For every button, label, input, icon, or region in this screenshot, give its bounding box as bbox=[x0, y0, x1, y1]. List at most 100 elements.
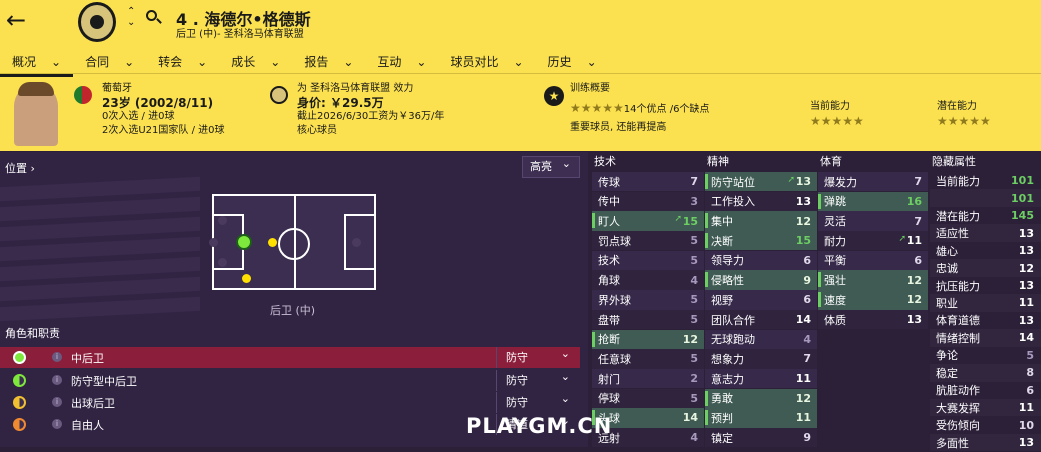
attribute-row[interactable]: 无球跑动 4 bbox=[705, 329, 817, 349]
attribute-row[interactable]: 技术 5 bbox=[592, 250, 704, 271]
role-row[interactable]: i 防守型中后卫 防守 bbox=[0, 366, 580, 391]
attribute-row[interactable]: 情绪控制 14 bbox=[930, 329, 1041, 347]
attribute-row[interactable]: 角球 4 bbox=[592, 270, 704, 290]
attribute-row[interactable]: 罚点球 5 bbox=[592, 231, 704, 251]
attribute-row[interactable]: 灵活 7 bbox=[818, 211, 928, 231]
attribute-row[interactable]: 镇定 9 bbox=[705, 427, 817, 448]
attribute-row[interactable]: 爆发力 7 bbox=[818, 172, 928, 192]
attribute-value: 14 bbox=[1018, 331, 1034, 345]
attribute-row[interactable]: 盘带 5 bbox=[592, 309, 704, 330]
attribute-value: 13 bbox=[1018, 244, 1034, 258]
attribute-row[interactable]: 抢断 12 bbox=[592, 329, 704, 349]
trend-up-icon: ➚ bbox=[674, 214, 682, 225]
technical-attributes: 技术 传球 7 传中 3 盯人 ➚ 15 罚点球 5 技术 5 角球 4 界外球 5 盘带 5 抢断 12 任意球 5 射… bbox=[592, 152, 704, 448]
position-title[interactable]: 位置 › bbox=[5, 160, 35, 176]
duty-dropdown[interactable]: 防守 bbox=[496, 343, 580, 368]
attribute-row[interactable]: 抗压能力 13 bbox=[930, 276, 1041, 295]
attribute-row[interactable]: 强壮 12 bbox=[818, 270, 928, 290]
hidden-attributes: 隐藏属性 当前能力 101 101 潜在能力 145 适应性 13 雄心 13 忠诚 12 抗压能力 1… bbox=[930, 152, 1041, 452]
info-icon[interactable]: i bbox=[52, 419, 62, 429]
attribute-value: 9 bbox=[803, 431, 811, 445]
attribute-row[interactable]: 团队合作 14 bbox=[705, 309, 817, 330]
highlight-dropdown[interactable]: 高亮 ⌄ bbox=[522, 156, 580, 178]
star-icon: ★ bbox=[544, 86, 564, 106]
attribute-row[interactable]: 体质 13 bbox=[818, 309, 928, 330]
attribute-name: 集中 bbox=[711, 215, 733, 229]
attribute-row[interactable]: 弹跳 16 bbox=[818, 191, 928, 212]
attribute-row[interactable]: 雄心 13 bbox=[930, 241, 1041, 260]
tab-interact[interactable]: 互动 ⌄ bbox=[365, 53, 438, 70]
attribute-value: 12 bbox=[906, 293, 922, 307]
info-icon[interactable]: i bbox=[52, 397, 62, 407]
attribute-row[interactable]: 速度 12 bbox=[818, 290, 928, 310]
attribute-row[interactable]: 盯人 ➚ 15 bbox=[592, 211, 704, 231]
attribute-row[interactable]: 传球 7 bbox=[592, 172, 704, 192]
attribute-row[interactable]: 忠诚 12 bbox=[930, 259, 1041, 277]
attribute-name: 传中 bbox=[598, 195, 620, 209]
tab-contract[interactable]: 合同 ⌄ bbox=[73, 53, 146, 70]
attribute-row[interactable]: 决断 15 bbox=[705, 231, 817, 251]
prev-next-player-icon[interactable]: ⌃ ⌄ bbox=[127, 6, 135, 28]
current-ability: 当前能力 ★★★★★ bbox=[810, 101, 864, 128]
attribute-name: 潜在能力 bbox=[936, 209, 980, 223]
physical-attributes: 体育 爆发力 7 弹跳 16 灵活 7 耐力 ➚ 11 平衡 6 强壮 12 速度 12 体质 13 bbox=[818, 152, 928, 330]
tab-reports[interactable]: 报告 ⌄ bbox=[292, 53, 365, 70]
attribute-row[interactable]: 防守站位 ➚ 13 bbox=[705, 172, 817, 192]
tab-divider bbox=[0, 73, 1041, 74]
attribute-row[interactable]: 潜在能力 145 bbox=[930, 206, 1041, 225]
attribute-name: 强壮 bbox=[824, 274, 846, 288]
attribute-row[interactable]: 肮脏动作 6 bbox=[930, 381, 1041, 399]
attribute-row[interactable]: 多面性 13 bbox=[930, 434, 1041, 452]
attribute-row[interactable]: 勇敢 12 bbox=[705, 388, 817, 408]
attribute-value: 7 bbox=[690, 175, 698, 189]
attribute-row[interactable]: 任意球 5 bbox=[592, 349, 704, 369]
attribute-row[interactable]: 界外球 5 bbox=[592, 290, 704, 310]
back-arrow-icon[interactable]: ← bbox=[6, 8, 26, 32]
attribute-row[interactable]: 职业 11 bbox=[930, 294, 1041, 312]
attribute-row[interactable]: 101 bbox=[930, 189, 1041, 207]
attribute-row[interactable]: 大赛发挥 11 bbox=[930, 399, 1041, 417]
position-pitch bbox=[209, 194, 376, 290]
attribute-value: 5 bbox=[690, 253, 698, 267]
attribute-row[interactable]: 适应性 13 bbox=[930, 224, 1041, 242]
role-row[interactable]: i 出球后卫 防守 bbox=[0, 388, 580, 413]
attribute-row[interactable]: 传中 3 bbox=[592, 191, 704, 212]
attribute-row[interactable]: 争论 5 bbox=[930, 346, 1041, 365]
tab-overview[interactable]: 概况 ⌄ bbox=[0, 53, 74, 77]
attribute-row[interactable]: 射门 2 bbox=[592, 368, 704, 389]
attribute-value: 11 bbox=[795, 372, 811, 386]
tab-history[interactable]: 历史 ⌄ bbox=[536, 53, 609, 70]
attribute-row[interactable]: 平衡 6 bbox=[818, 250, 928, 271]
club-crest-icon bbox=[78, 2, 116, 42]
attribute-name: 罚点球 bbox=[598, 234, 631, 248]
attribute-row[interactable]: 想象力 7 bbox=[705, 349, 817, 369]
attribute-row[interactable]: 停球 5 bbox=[592, 388, 704, 408]
attribute-row[interactable]: 视野 6 bbox=[705, 290, 817, 310]
tab-bar: 概况 ⌄ 合同 ⌄ 转会 ⌄ 成长 ⌄ 报告 ⌄ 互动 ⌄ 球员对比 ⌄ 历史 ⌄ bbox=[0, 48, 609, 77]
tab-compare[interactable]: 球员对比 ⌄ bbox=[438, 53, 535, 70]
info-icon[interactable]: i bbox=[52, 352, 62, 362]
attribute-name: 团队合作 bbox=[711, 313, 755, 327]
attribute-row[interactable]: 受伤倾向 10 bbox=[930, 416, 1041, 434]
attribute-row[interactable]: 当前能力 101 bbox=[930, 172, 1041, 190]
search-icon[interactable] bbox=[146, 10, 157, 21]
attribute-value: 11 bbox=[795, 411, 811, 425]
attribute-row[interactable]: 领导力 6 bbox=[705, 250, 817, 271]
attribute-row[interactable]: 工作投入 13 bbox=[705, 191, 817, 212]
attribute-row[interactable]: 集中 12 bbox=[705, 211, 817, 231]
attribute-row[interactable]: 预判 11 bbox=[705, 408, 817, 428]
tab-transfer[interactable]: 转会 ⌄ bbox=[146, 53, 219, 70]
attribute-name: 无球跑动 bbox=[711, 333, 755, 347]
attribute-row[interactable]: 侵略性 9 bbox=[705, 270, 817, 290]
attribute-name: 抢断 bbox=[598, 333, 620, 347]
attribute-row[interactable]: 耐力 ➚ 11 bbox=[818, 231, 928, 251]
attribute-value: 6 bbox=[914, 253, 922, 267]
attribute-value: 6 bbox=[803, 253, 811, 267]
attribute-row[interactable]: 意志力 11 bbox=[705, 368, 817, 389]
info-icon[interactable]: i bbox=[52, 375, 62, 385]
attribute-value: 6 bbox=[803, 293, 811, 307]
tab-development[interactable]: 成长 ⌄ bbox=[219, 53, 292, 70]
attribute-row[interactable]: 稳定 8 bbox=[930, 364, 1041, 382]
attribute-row[interactable]: 体育道德 13 bbox=[930, 311, 1041, 330]
role-row[interactable]: i 中后卫 防守 bbox=[0, 343, 580, 368]
